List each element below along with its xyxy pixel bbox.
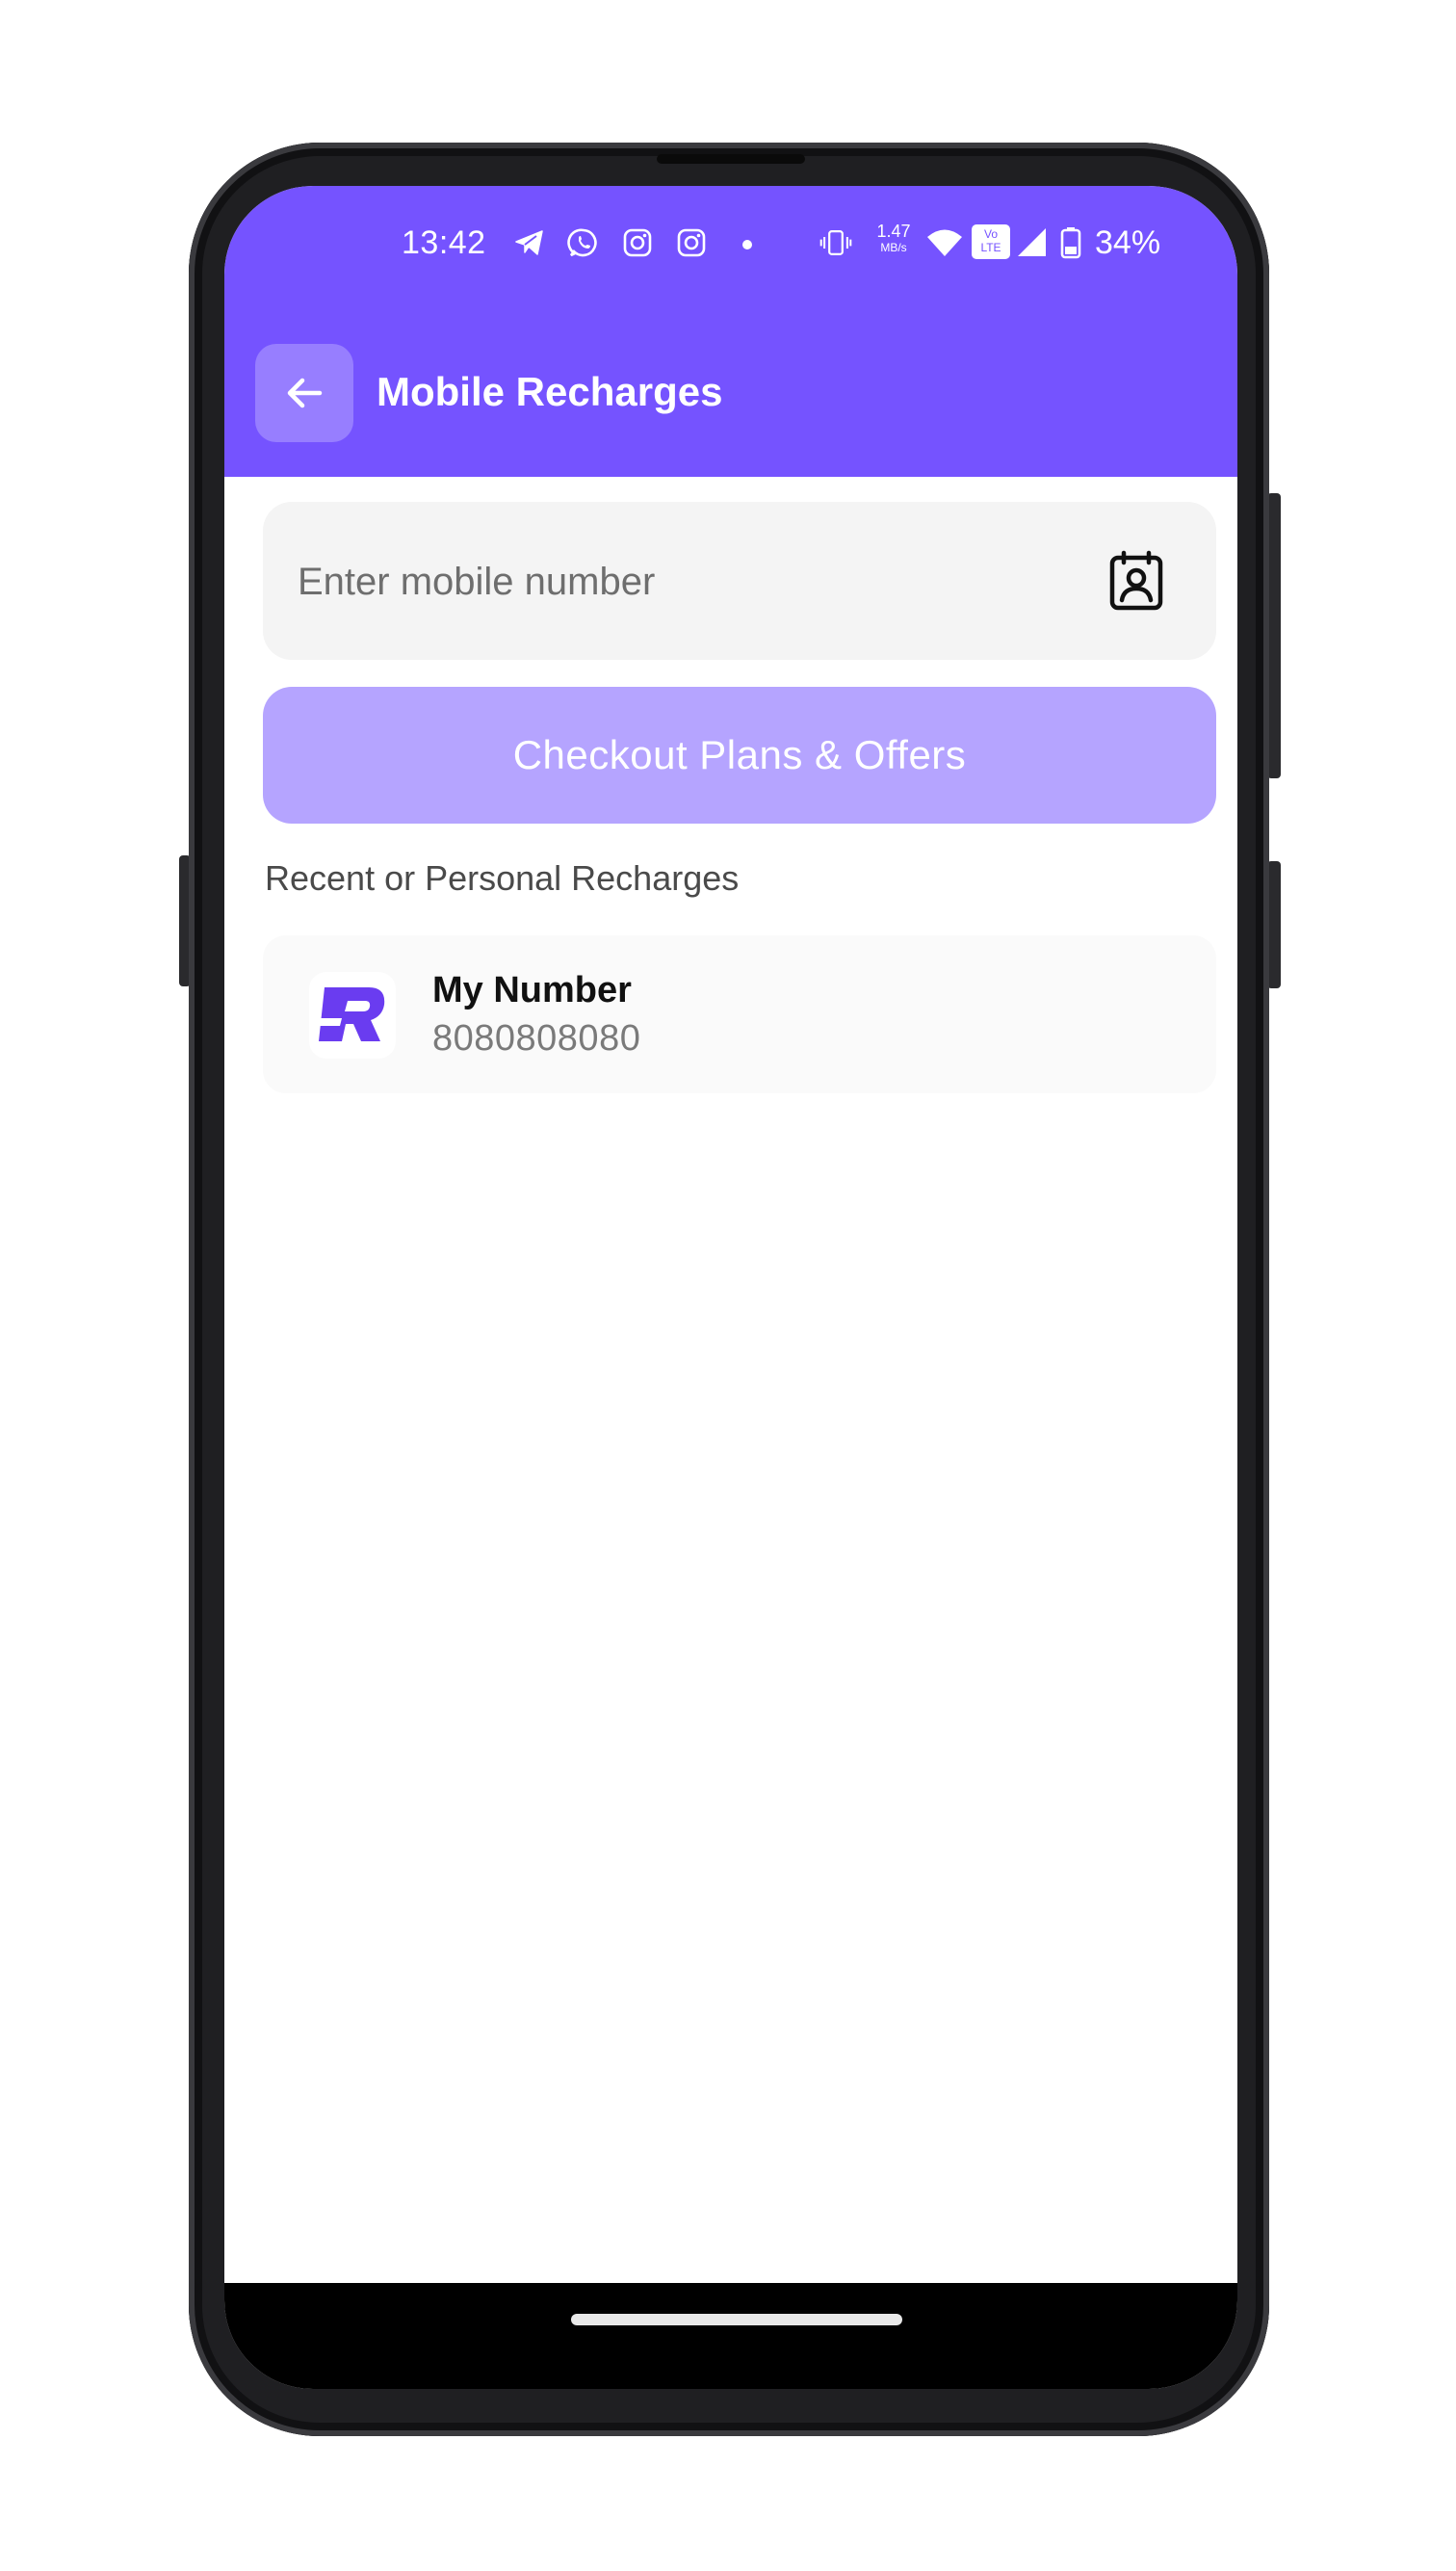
phone-screen: 13:42 1.47 MB/s Vo LTE 34% Mobile Rechar… <box>224 186 1237 2389</box>
telegram-icon <box>515 230 543 255</box>
arrow-left-icon <box>287 378 323 408</box>
phone-volume-button <box>1267 493 1281 778</box>
status-bar: 13:42 1.47 MB/s Vo LTE 34% <box>224 215 1237 273</box>
instagram-icon <box>677 228 706 257</box>
page-title: Mobile Recharges <box>377 369 723 414</box>
recharge-number: 8080808080 <box>432 1018 641 1059</box>
network-speed-value: 1.47 <box>876 222 911 241</box>
mobile-number-input[interactable] <box>296 502 1070 662</box>
instagram-icon <box>623 228 652 257</box>
mobile-number-field <box>263 502 1216 662</box>
volte-badge: Vo LTE <box>972 224 1010 259</box>
recharge-name: My Number <box>432 970 632 1010</box>
home-indicator[interactable] <box>571 2314 902 2325</box>
volte-bottom-label: LTE <box>980 241 1001 254</box>
battery-percentage: 34% <box>1095 224 1161 261</box>
back-button[interactable] <box>255 344 353 442</box>
r-logo-icon <box>319 987 385 1041</box>
whatsapp-icon <box>567 228 597 257</box>
network-speed: 1.47 MB/s <box>871 223 916 253</box>
nav-row: Mobile Recharges <box>224 344 1237 444</box>
wifi-icon <box>927 229 962 256</box>
app-logo <box>309 972 396 1059</box>
status-time: 13:42 <box>402 224 486 261</box>
app-header: 13:42 1.47 MB/s Vo LTE 34% Mobile Rechar… <box>224 186 1237 477</box>
signal-icon <box>1018 228 1046 256</box>
phone-power-button <box>1267 861 1281 988</box>
battery-icon <box>1060 227 1081 259</box>
recent-recharge-item[interactable]: My Number 8080808080 <box>263 935 1216 1093</box>
contact-book-icon[interactable] <box>1106 550 1166 612</box>
checkout-plans-button[interactable]: Checkout Plans & Offers <box>263 687 1216 824</box>
phone-speaker <box>657 154 805 164</box>
notification-dot <box>742 240 752 249</box>
section-title-recent: Recent or Personal Recharges <box>265 858 740 898</box>
network-speed-unit: MB/s <box>880 241 907 254</box>
volte-top-label: Vo <box>983 227 998 241</box>
vibrate-icon <box>819 229 852 256</box>
gesture-bar-area <box>224 2283 1237 2389</box>
